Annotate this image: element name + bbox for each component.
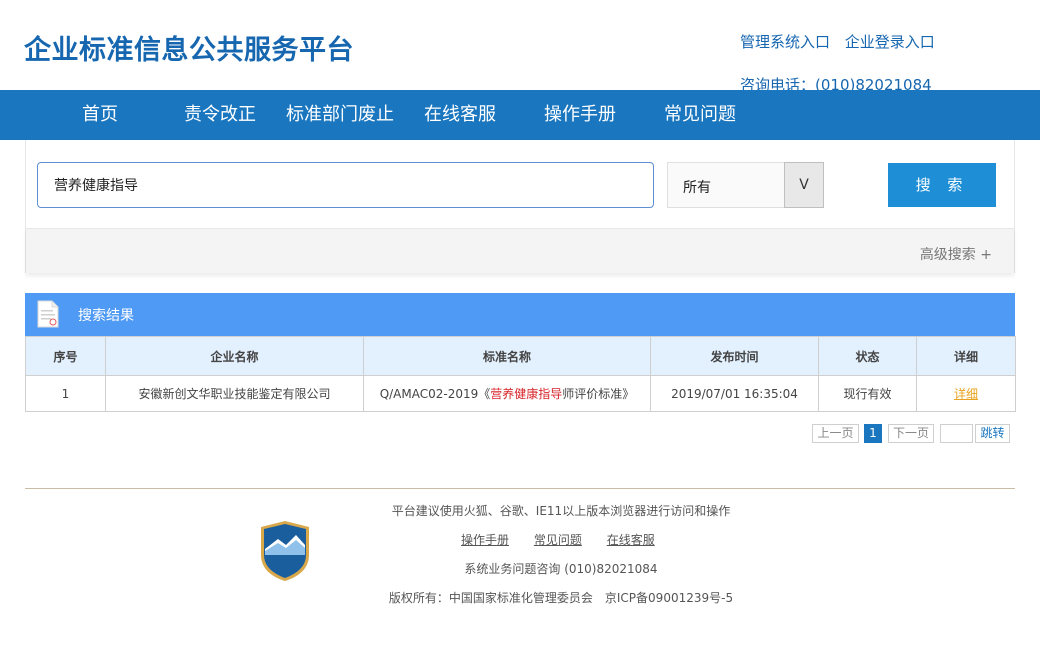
results-table: 序号 企业名称 标准名称 发布时间 状态 详细 1 安徽新创文华职业技能鉴定有限…	[25, 336, 1016, 412]
top-links: 管理系统入口 企业登录入口	[740, 31, 945, 52]
detail-link[interactable]: 详细	[954, 387, 978, 401]
search-results: 搜索结果 序号 企业名称 标准名称 发布时间 状态 详细 1 安徽新创文华职业技…	[25, 293, 1016, 412]
cell-status: 现行有效	[818, 375, 917, 412]
copyright: 版权所有：中国国家标准化管理委员会 京ICP备09001239号-5	[388, 591, 734, 605]
standard-suffix: 师评价标准》	[562, 387, 635, 401]
site-title: 企业标准信息公共服务平台	[24, 35, 354, 66]
next-page-button[interactable]: 下一页	[888, 424, 934, 443]
enterprise-login-link[interactable]: 企业登录入口	[845, 33, 935, 51]
cell-published: 2019/07/01 16:35:04	[650, 375, 819, 412]
search-button[interactable]: 搜 索	[888, 163, 996, 207]
search-panel: 所有 V 搜 索 高级搜索 +	[25, 140, 1015, 273]
jump-button[interactable]: 跳转	[975, 424, 1010, 443]
results-title: 搜索结果	[78, 308, 134, 324]
search-input[interactable]	[37, 162, 654, 208]
nav-manual[interactable]: 操作手册	[544, 90, 616, 140]
nav-home[interactable]: 首页	[82, 90, 118, 140]
footer-manual-link[interactable]: 操作手册	[461, 533, 509, 547]
nav-faq[interactable]: 常见问题	[664, 90, 736, 140]
page-1-button[interactable]: 1	[864, 424, 882, 443]
cell-standard: Q/AMAC02-2019《营养健康指导师评价标准》	[363, 375, 651, 412]
scope-select[interactable]: 所有 V	[667, 162, 824, 208]
standard-keyword-highlight: 营养健康指导	[490, 387, 563, 401]
col-company: 企业名称	[105, 336, 364, 376]
browser-note: 平台建议使用火狐、谷歌、IE11以上版本浏览器进行访问和操作	[391, 504, 731, 518]
nav-abolished[interactable]: 标准部门废止	[286, 90, 394, 140]
advanced-search-bar: 高级搜索 +	[26, 228, 1014, 273]
scope-select-value: 所有	[683, 180, 711, 196]
nav-rectification[interactable]: 责令改正	[184, 90, 256, 140]
document-icon	[37, 300, 59, 328]
col-standard: 标准名称	[363, 336, 651, 376]
cell-index: 1	[25, 375, 106, 412]
col-index: 序号	[25, 336, 106, 376]
results-header: 搜索结果	[25, 293, 1015, 336]
table-row: 1 安徽新创文华职业技能鉴定有限公司 Q/AMAC02-2019《营养健康指导师…	[25, 375, 1016, 412]
footer-faq-link[interactable]: 常见问题	[534, 533, 582, 547]
footer-service-link[interactable]: 在线客服	[607, 533, 655, 547]
main-navbar: 首页 责令改正 标准部门废止 在线客服 操作手册 常见问题	[0, 90, 1040, 140]
col-published: 发布时间	[650, 336, 819, 376]
footer-divider	[25, 488, 1015, 489]
support-phone: 系统业务问题咨询 (010)82021084	[464, 562, 658, 576]
nav-online-service[interactable]: 在线客服	[424, 90, 496, 140]
chevron-down-icon[interactable]: V	[784, 162, 824, 208]
col-detail: 详细	[916, 336, 1016, 376]
admin-entry-link[interactable]: 管理系统入口	[740, 33, 830, 51]
table-header-row: 序号 企业名称 标准名称 发布时间 状态 详细	[25, 336, 1016, 376]
prev-page-button[interactable]: 上一页	[812, 424, 859, 443]
advanced-search-link[interactable]: 高级搜索 +	[920, 244, 992, 264]
jump-page-input[interactable]	[940, 424, 973, 443]
cell-detail: 详细	[916, 375, 1016, 412]
col-status: 状态	[818, 336, 917, 376]
cell-company: 安徽新创文华职业技能鉴定有限公司	[105, 375, 364, 412]
footer-links: 操作手册 常见问题 在线客服	[461, 531, 676, 548]
standard-prefix: Q/AMAC02-2019《	[379, 387, 491, 401]
site-header: 企业标准信息公共服务平台 管理系统入口 企业登录入口 咨询电话：(010)820…	[0, 0, 1040, 94]
